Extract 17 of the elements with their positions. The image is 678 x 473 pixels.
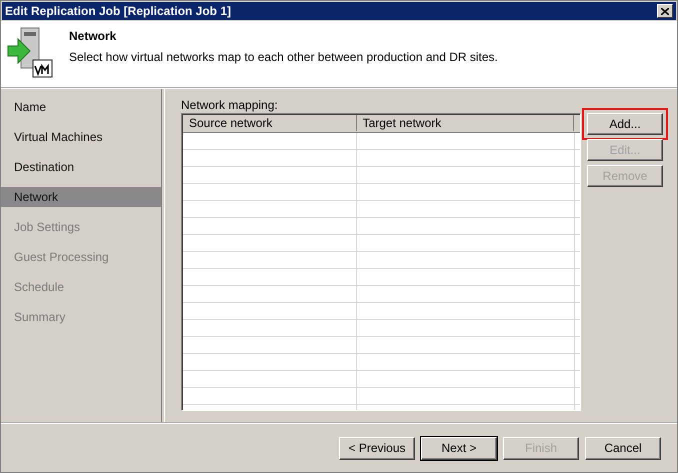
page-title: Network: [69, 29, 118, 43]
server-arrow-icon: [7, 26, 53, 79]
column-header[interactable]: Target network: [356, 115, 574, 131]
wizard-step[interactable]: Network: [1, 187, 161, 207]
action-button[interactable]: Add...: [587, 113, 663, 135]
column-header[interactable]: Source network: [183, 115, 357, 131]
close-button[interactable]: [657, 4, 673, 18]
wizard-step[interactable]: Name: [1, 97, 161, 117]
wizard-step[interactable]: Destination: [1, 157, 161, 177]
table-label: Network mapping:: [181, 98, 279, 111]
close-icon: [661, 8, 669, 14]
wizard-button[interactable]: Next >: [421, 436, 497, 460]
wizard-step[interactable]: Virtual Machines: [1, 127, 161, 147]
window-title: Edit Replication Job [Replication Job 1]: [5, 4, 232, 18]
wizard-button[interactable]: Cancel: [585, 436, 661, 460]
page-description: Select how virtual networks map to each other between production and DR sites.: [69, 50, 498, 64]
wizard-button[interactable]: < Previous: [339, 436, 415, 460]
